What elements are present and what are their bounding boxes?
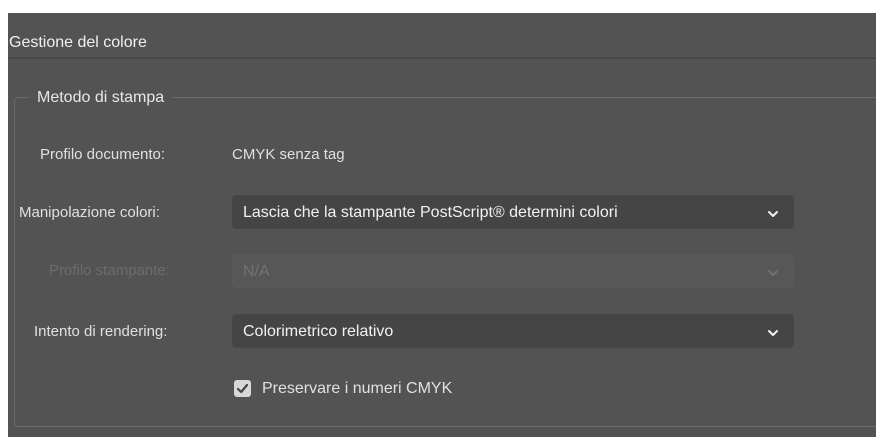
chevron-down-icon: [767, 326, 779, 338]
printer-profile-label: Profilo stampante:: [49, 262, 170, 279]
color-handling-label: Manipolazione colori:: [19, 204, 160, 221]
rendering-intent-label: Intento di rendering:: [34, 323, 168, 340]
printer-profile-value: N/A: [243, 263, 270, 280]
panel-title: Gestione del colore: [9, 34, 147, 51]
rendering-intent-dropdown[interactable]: Colorimetrico relativo: [232, 314, 794, 348]
title-divider: [8, 57, 876, 59]
printer-profile-dropdown: N/A: [232, 254, 794, 288]
preserve-cmyk-checkbox[interactable]: [234, 380, 251, 397]
checkmark-icon: [236, 383, 249, 394]
chevron-down-icon: [767, 207, 779, 219]
chevron-down-icon: [767, 266, 779, 278]
preserve-cmyk-label[interactable]: Preservare i numeri CMYK: [262, 379, 452, 399]
document-profile-value: CMYK senza tag: [232, 146, 345, 163]
document-profile-label: Profilo documento:: [40, 146, 166, 163]
color-handling-value: Lascia che la stampante PostScript® dete…: [243, 204, 618, 221]
rendering-intent-value: Colorimetrico relativo: [243, 323, 394, 340]
color-handling-dropdown[interactable]: Lascia che la stampante PostScript® dete…: [232, 195, 794, 229]
group-legend: Metodo di stampa: [29, 86, 173, 110]
